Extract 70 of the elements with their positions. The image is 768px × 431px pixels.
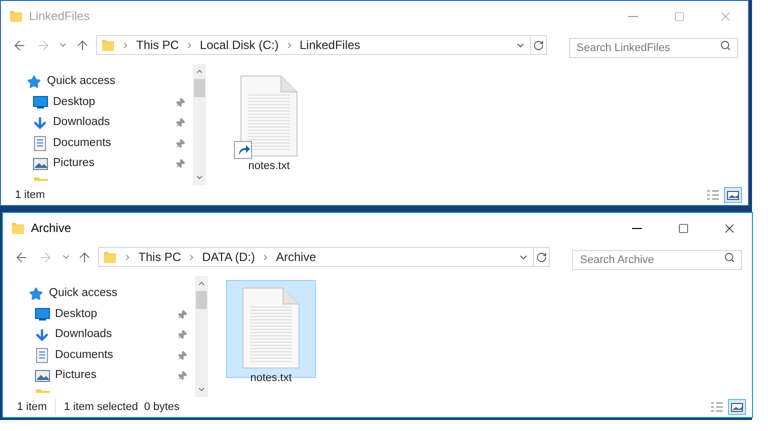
download-icon: [34, 327, 50, 343]
picture-icon: [32, 158, 48, 170]
nav-item[interactable]: Downloads: [27, 325, 195, 345]
breadcrumb[interactable]: Local Disk (C:): [200, 36, 279, 54]
breadcrumb[interactable]: LinkedFiles: [300, 36, 360, 54]
folder-icon: [11, 221, 25, 235]
status-text: 1 item: [17, 400, 48, 415]
nav-label: Documents: [55, 348, 114, 363]
scrollbar-thumb[interactable]: [196, 291, 207, 309]
search-icon: [724, 252, 736, 263]
nav-label: Downloads: [53, 115, 110, 130]
nav-item[interactable]: Desktop: [25, 92, 193, 112]
nav-item[interactable]: Documents: [27, 346, 195, 366]
status-text: 1 item: [15, 188, 46, 203]
nav-label: Documents: [53, 136, 112, 151]
scroll-down-icon[interactable]: [195, 173, 204, 182]
scrollbar[interactable]: [193, 64, 206, 185]
folder-icon: [101, 38, 116, 52]
nav-label: Desktop: [53, 94, 96, 110]
nav-label: Pictures: [55, 368, 97, 384]
scrollbar-thumb[interactable]: [194, 79, 205, 97]
window-title: LinkedFiles: [29, 8, 90, 25]
search-field[interactable]: Search Archive: [572, 250, 742, 270]
breadcrumb[interactable]: DATA (D:): [202, 248, 255, 266]
nav-label: Desktop: [55, 306, 98, 322]
breadcrumb[interactable]: This PC: [138, 248, 182, 266]
window-title: Archive: [31, 220, 72, 237]
nav-item[interactable]: Quick access: [27, 284, 195, 304]
folder-icon: [9, 9, 23, 23]
nav-item[interactable]: Documents: [25, 134, 193, 154]
folder-icon: [103, 250, 118, 264]
search-field[interactable]: Search LinkedFiles: [568, 38, 738, 58]
nav-item[interactable]: Desktop: [27, 304, 195, 324]
document-icon: [36, 348, 48, 363]
nav-item[interactable]: Downloads: [25, 113, 193, 133]
scroll-down-icon[interactable]: [197, 385, 206, 394]
maximize-icon: [674, 10, 684, 22]
file-name: notes.txt: [248, 159, 290, 174]
nav-label: Downloads: [55, 327, 112, 342]
nav-item[interactable]: Quick access: [25, 72, 193, 92]
text-file-icon: [242, 287, 300, 369]
breadcrumb[interactable]: This PC: [136, 36, 179, 54]
monitor-icon: [32, 96, 48, 109]
address-bar[interactable]: This PC Local Disk (C:) LinkedFiles: [96, 35, 547, 55]
large-icons-view-button[interactable]: [728, 399, 746, 415]
scroll-up-icon[interactable]: [195, 67, 204, 76]
nav-item[interactable]: Pictures: [25, 154, 193, 174]
refresh-icon[interactable]: [532, 40, 544, 50]
details-view-icon[interactable]: [710, 401, 724, 413]
refresh-icon[interactable]: [536, 252, 548, 262]
text-file-icon: [240, 75, 298, 157]
details-view-icon[interactable]: [706, 189, 720, 201]
large-icons-view-button[interactable]: [724, 187, 742, 203]
picture-icon: [34, 370, 50, 382]
nav-label: Quick access: [49, 286, 118, 302]
monitor-icon: [34, 308, 50, 321]
search-icon: [720, 40, 731, 51]
scroll-up-icon[interactable]: [197, 279, 206, 288]
star-icon: [29, 287, 43, 301]
maximize-icon: [678, 222, 688, 234]
status-text: 1 item selected 0 bytes: [54, 398, 188, 416]
download-icon: [32, 115, 48, 131]
nav-label: Quick access: [47, 74, 116, 90]
nav-item[interactable]: Pictures: [27, 366, 195, 386]
breadcrumb[interactable]: Archive: [276, 248, 316, 266]
document-icon: [34, 136, 46, 151]
star-icon: [27, 75, 41, 89]
address-bar[interactable]: This PC DATA (D:) Archive: [98, 247, 550, 267]
nav-label: Pictures: [53, 156, 95, 172]
scrollbar[interactable]: [195, 276, 208, 397]
